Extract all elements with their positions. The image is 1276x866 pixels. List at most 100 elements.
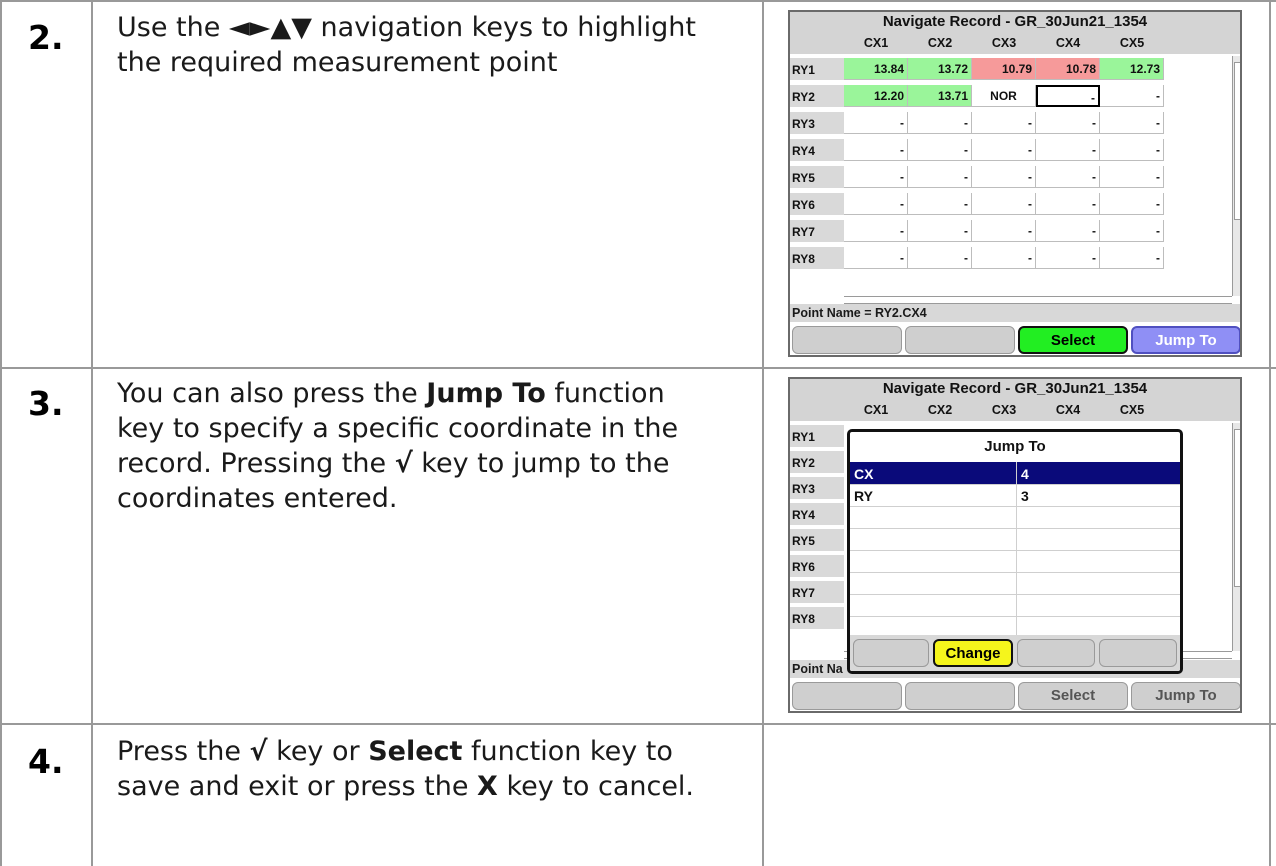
measurement-cell[interactable]: - bbox=[908, 193, 972, 215]
dialog-function-key-3[interactable] bbox=[1017, 639, 1095, 667]
measurement-cell[interactable]: 13.71 bbox=[908, 85, 972, 107]
column-divider bbox=[1016, 462, 1017, 637]
row-header: RY4 bbox=[790, 139, 844, 161]
step-text-part: You can also press the bbox=[117, 378, 427, 409]
measurement-cell[interactable]: - bbox=[844, 193, 908, 215]
measurement-cell[interactable]: - bbox=[908, 139, 972, 161]
measurement-cell[interactable]: - bbox=[1036, 166, 1100, 188]
row-header: RY5 bbox=[790, 166, 844, 188]
function-key-2[interactable] bbox=[905, 326, 1015, 354]
jump-to-row[interactable] bbox=[850, 528, 1180, 550]
jump-to-row[interactable] bbox=[850, 594, 1180, 616]
measurement-cell[interactable]: - bbox=[908, 166, 972, 188]
measurement-cell[interactable]: - bbox=[1100, 220, 1164, 242]
step-number: 3. bbox=[28, 384, 64, 423]
measurement-cell[interactable]: - bbox=[1100, 193, 1164, 215]
coordinate-value: 3 bbox=[1021, 488, 1029, 504]
horizontal-scrollbar[interactable] bbox=[844, 296, 1232, 304]
vertical-scrollbar[interactable] bbox=[1232, 423, 1240, 651]
row-header: RY6 bbox=[790, 555, 844, 577]
measurement-cell[interactable]: - bbox=[972, 247, 1036, 269]
dialog-function-key-4[interactable] bbox=[1099, 639, 1177, 667]
row-header: RY7 bbox=[790, 581, 844, 603]
screen-title: Navigate Record - GR_30Jun21_1354 bbox=[790, 12, 1240, 32]
measurement-cell[interactable]: - bbox=[1100, 85, 1164, 107]
measurement-cell[interactable]: 13.84 bbox=[844, 58, 908, 80]
row-header: RY3 bbox=[790, 112, 844, 134]
row-header: RY8 bbox=[790, 607, 844, 629]
scrollbar-thumb[interactable] bbox=[1234, 62, 1240, 220]
measurement-cell[interactable]: - bbox=[1100, 247, 1164, 269]
scrollbar-thumb[interactable] bbox=[1234, 429, 1240, 587]
table-border-right bbox=[1269, 0, 1271, 866]
step-text: Use the ◄►▲▼ navigation keys to highligh… bbox=[117, 10, 717, 80]
measurement-cell[interactable]: - bbox=[1036, 85, 1100, 107]
row-header: RY5 bbox=[790, 529, 844, 551]
jump-to-row[interactable] bbox=[850, 550, 1180, 572]
jump-to-button[interactable]: Jump To bbox=[1131, 326, 1240, 354]
step-text-part: key to cancel. bbox=[497, 771, 695, 802]
measurement-cell[interactable]: - bbox=[1036, 193, 1100, 215]
measurement-cell[interactable]: - bbox=[972, 166, 1036, 188]
row-header: RY8 bbox=[790, 247, 844, 269]
select-key-name: Select bbox=[368, 736, 463, 767]
jump-to-row[interactable]: CX 4 bbox=[850, 462, 1180, 484]
step-number: 2. bbox=[28, 18, 64, 57]
row-header: RY7 bbox=[790, 220, 844, 242]
function-key-1[interactable] bbox=[792, 682, 902, 710]
measurement-cell[interactable]: - bbox=[1100, 166, 1164, 188]
row-header: RY4 bbox=[790, 503, 844, 525]
row-header: RY3 bbox=[790, 477, 844, 499]
measurement-cell[interactable]: - bbox=[908, 112, 972, 134]
measurement-cell[interactable]: 13.72 bbox=[908, 58, 972, 80]
jump-to-row[interactable] bbox=[850, 506, 1180, 528]
measurement-cell[interactable]: - bbox=[1036, 220, 1100, 242]
measurement-cell[interactable]: 10.79 bbox=[972, 58, 1036, 80]
change-button[interactable]: Change bbox=[933, 639, 1013, 667]
measurement-cell[interactable]: 10.78 bbox=[1036, 58, 1100, 80]
measurement-cell[interactable]: - bbox=[844, 139, 908, 161]
jump-to-row[interactable]: RY 3 bbox=[850, 484, 1180, 506]
measurement-cell[interactable]: - bbox=[844, 166, 908, 188]
measurement-cell[interactable]: - bbox=[844, 247, 908, 269]
column-header: CX1 bbox=[844, 32, 908, 54]
jump-to-button[interactable]: Jump To bbox=[1131, 682, 1240, 710]
coordinate-name: RY bbox=[854, 488, 873, 504]
measurement-cell[interactable]: - bbox=[1036, 112, 1100, 134]
measurement-cell[interactable]: - bbox=[972, 112, 1036, 134]
measurement-cell[interactable]: - bbox=[1036, 247, 1100, 269]
navigate-record-screen: Navigate Record - GR_30Jun21_1354 CX1 CX2… bbox=[788, 10, 1242, 357]
measurement-cell[interactable]: - bbox=[1100, 112, 1164, 134]
jump-to-row[interactable] bbox=[850, 572, 1180, 594]
measurement-cell[interactable]: 12.73 bbox=[1100, 58, 1164, 80]
measurement-cell[interactable]: - bbox=[844, 112, 908, 134]
measurement-cell[interactable]: - bbox=[1100, 139, 1164, 161]
column-header-corner bbox=[790, 32, 844, 54]
measurement-cell[interactable]: 12.20 bbox=[844, 85, 908, 107]
measurement-cell[interactable]: - bbox=[972, 139, 1036, 161]
select-button[interactable]: Select bbox=[1018, 326, 1128, 354]
table-col-divider-2 bbox=[762, 0, 764, 866]
vertical-scrollbar[interactable] bbox=[1232, 56, 1240, 296]
measurement-cell[interactable]: - bbox=[908, 220, 972, 242]
dialog-function-key-1[interactable] bbox=[853, 639, 929, 667]
measurement-cell[interactable]: - bbox=[908, 247, 972, 269]
column-header: CX1 bbox=[844, 399, 908, 421]
dialog-title: Jump To bbox=[984, 438, 1046, 455]
measurement-cell[interactable]: - bbox=[972, 220, 1036, 242]
coordinate-name: CX bbox=[854, 466, 874, 482]
function-key-1[interactable] bbox=[792, 326, 902, 354]
select-button[interactable]: Select bbox=[1018, 682, 1128, 710]
table-divider-2 bbox=[0, 723, 1276, 725]
check-key-glyph: √ bbox=[249, 736, 268, 767]
measurement-cell[interactable]: - bbox=[1036, 139, 1100, 161]
table-border-left bbox=[0, 0, 2, 866]
measurement-cell[interactable]: NOR bbox=[972, 85, 1036, 107]
column-header: CX4 bbox=[1036, 32, 1100, 54]
measurement-cell[interactable]: - bbox=[972, 193, 1036, 215]
dialog-function-keys: Change bbox=[850, 635, 1180, 671]
row-header: RY1 bbox=[790, 425, 844, 447]
function-key-2[interactable] bbox=[905, 682, 1015, 710]
measurement-cell[interactable]: - bbox=[844, 220, 908, 242]
column-header-corner bbox=[790, 399, 844, 421]
